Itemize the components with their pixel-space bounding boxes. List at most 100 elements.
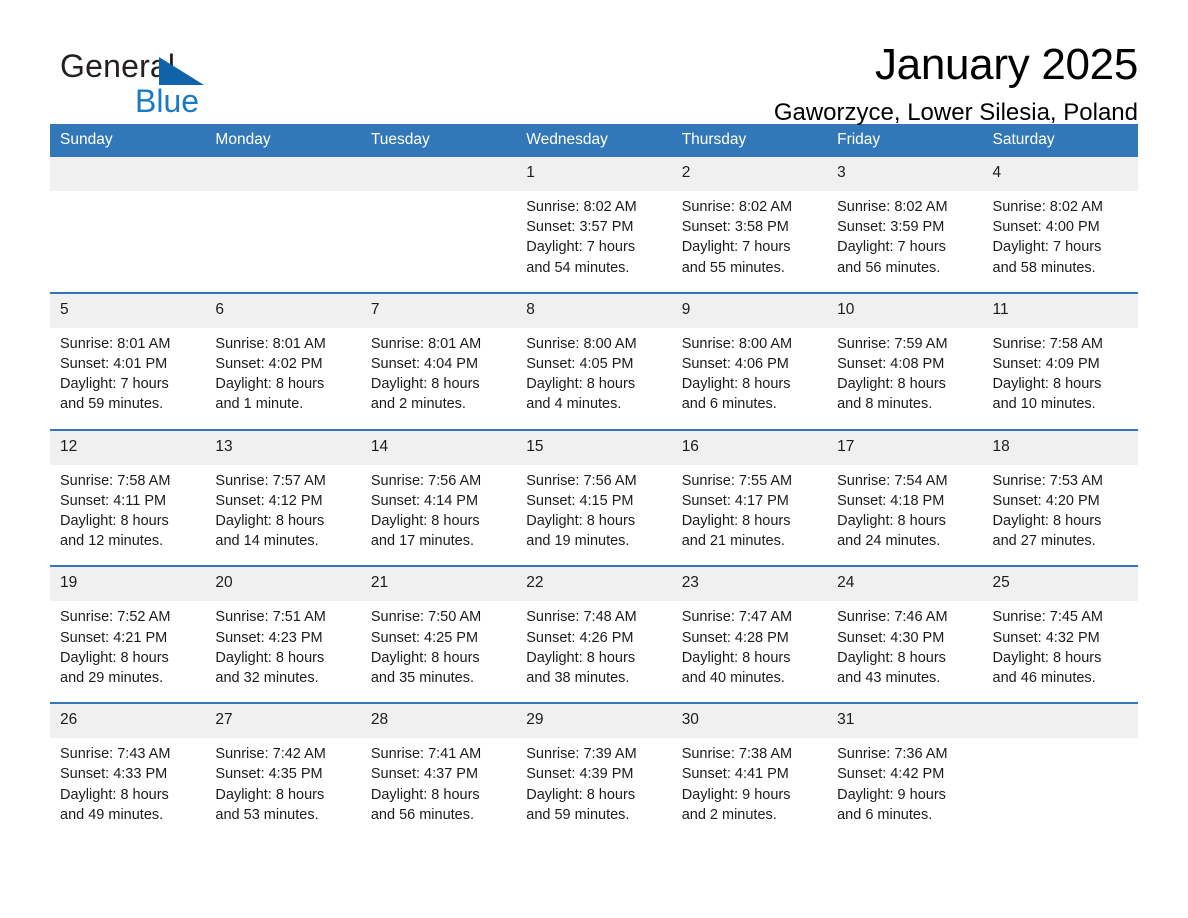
day-details: Sunrise: 8:00 AM Sunset: 4:06 PM Daylight:… <box>672 328 827 429</box>
day-cell-21[interactable]: 21 Sunrise: 7:50 AM Sunset: 4:25 PM Dayligh… <box>360 565 517 704</box>
daylight-text-line2: and 10 minutes. <box>992 396 1096 413</box>
day-cell-empty <box>50 157 206 293</box>
day-details: Sunrise: 7:58 AM Sunset: 4:09 PM Daylight:… <box>983 328 1138 429</box>
day-cell-1[interactable]: 1 Sunrise: 8:02 AM Sunset: 3:57 PM Daylight… <box>516 157 672 293</box>
day-details: Sunrise: 7:59 AM Sunset: 4:08 PM Daylight:… <box>827 328 982 429</box>
day-cell-23[interactable]: 23 Sunrise: 7:47 AM Sunset: 4:28 PM Dayligh… <box>671 565 828 704</box>
sunrise-text: Sunrise: 7:51 AM <box>215 609 326 626</box>
daylight-text-line1: Daylight: 8 hours <box>681 376 791 393</box>
sunrise-text: Sunrise: 8:00 AM <box>526 335 637 352</box>
day-cell-27[interactable]: 27 Sunrise: 7:42 AM Sunset: 4:35 PM Dayligh… <box>205 702 361 840</box>
day-number: 18 <box>982 430 1138 465</box>
sunset-text: Sunset: 4:08 PM <box>837 356 945 373</box>
day-cell-3[interactable]: 3 Sunrise: 8:02 AM Sunset: 3:59 PM Daylight… <box>827 157 983 293</box>
day-cell-25[interactable]: 25 Sunrise: 7:45 AM Sunset: 4:32 PM Dayligh… <box>982 565 1138 704</box>
daylight-text-line2: and 4 minutes. <box>526 396 622 413</box>
day-number <box>205 157 361 191</box>
day-number: 27 <box>205 704 361 739</box>
calendar-table: Sunday Monday Tuesday Wednesday Thursday Frid… <box>50 124 1138 840</box>
day-number: 6 <box>205 293 361 328</box>
sunrise-text: Sunrise: 7:36 AM <box>837 746 948 763</box>
day-cell-9[interactable]: 9 Sunrise: 8:00 AM Sunset: 4:06 PM Daylight… <box>671 291 828 430</box>
day-cell-30[interactable]: 30 Sunrise: 7:38 AM Sunset: 4:41 PM Dayligh… <box>671 702 828 840</box>
day-details: Sunrise: 7:36 AM Sunset: 4:42 PM Daylight:… <box>827 738 982 839</box>
sunrise-text: Sunrise: 8:02 AM <box>992 199 1103 215</box>
sunset-text: Sunset: 4:25 PM <box>370 629 479 646</box>
sunset-text: Sunset: 4:04 PM <box>370 356 479 373</box>
day-cell-8[interactable]: 8 Sunrise: 8:00 AM Sunset: 4:05 PM Daylight… <box>516 291 672 430</box>
sunrise-text: Sunrise: 7:58 AM <box>60 472 171 489</box>
day-number: 13 <box>205 430 361 465</box>
day-cell-13[interactable]: 13 Sunrise: 7:57 AM Sunset: 4:12 PM Dayligh… <box>205 428 361 567</box>
day-number: 5 <box>50 293 206 328</box>
sunrise-text: Sunrise: 7:39 AM <box>526 746 637 763</box>
sunrise-text: Sunrise: 8:01 AM <box>60 335 171 352</box>
weekday-header-sunday: Sunday <box>50 124 206 157</box>
day-cell-7[interactable]: 7 Sunrise: 8:01 AM Sunset: 4:04 PM Daylight… <box>360 291 517 430</box>
sunrise-text: Sunrise: 7:43 AM <box>60 746 171 763</box>
day-cell-17[interactable]: 17 Sunrise: 7:54 AM Sunset: 4:18 PM Dayligh… <box>827 428 983 567</box>
day-details: Sunrise: 7:58 AM Sunset: 4:11 PM Daylight:… <box>50 465 205 566</box>
day-cell-5[interactable]: 5 Sunrise: 8:01 AM Sunset: 4:01 PM Daylight… <box>50 291 206 430</box>
daylight-text-line2: and 2 minutes. <box>370 396 466 413</box>
daylight-text-line1: Daylight: 8 hours <box>526 786 636 803</box>
daylight-text-line2: and 59 minutes. <box>526 806 630 823</box>
daylight-text-line2: and 54 minutes. <box>526 259 630 276</box>
day-details: Sunrise: 7:39 AM Sunset: 4:39 PM Daylight:… <box>516 738 671 839</box>
daylight-text-line1: Daylight: 8 hours <box>60 786 169 803</box>
daylight-text-line1: Daylight: 9 hours <box>681 786 791 803</box>
day-details: Sunrise: 7:53 AM Sunset: 4:20 PM Daylight:… <box>983 465 1138 566</box>
day-details: Sunrise: 7:52 AM Sunset: 4:21 PM Daylight:… <box>50 601 205 702</box>
daylight-text-line1: Daylight: 7 hours <box>60 376 169 393</box>
daylight-text-line2: and 58 minutes. <box>992 259 1096 276</box>
calendar-header-row: Sunday Monday Tuesday Wednesday Thursday Frid… <box>50 124 1138 157</box>
day-cell-10[interactable]: 10 Sunrise: 7:59 AM Sunset: 4:08 PM Dayligh… <box>827 291 983 430</box>
day-cell-6[interactable]: 6 Sunrise: 8:01 AM Sunset: 4:02 PM Daylight… <box>205 291 361 430</box>
daylight-text-line2: and 59 minutes. <box>60 396 164 413</box>
daylight-text-line2: and 46 minutes. <box>992 670 1096 687</box>
day-number: 28 <box>360 704 517 739</box>
daylight-text-line1: Daylight: 8 hours <box>215 786 325 803</box>
daylight-text-line1: Daylight: 8 hours <box>681 649 791 666</box>
daylight-text-line1: Daylight: 7 hours <box>992 239 1102 256</box>
day-cell-19[interactable]: 19 Sunrise: 7:52 AM Sunset: 4:21 PM Dayligh… <box>50 565 206 704</box>
sunset-text: Sunset: 4:23 PM <box>215 629 323 646</box>
day-details <box>361 191 516 277</box>
day-details: Sunrise: 7:41 AM Sunset: 4:37 PM Daylight:… <box>361 738 516 839</box>
sunset-text: Sunset: 4:39 PM <box>526 766 634 783</box>
daylight-text-line1: Daylight: 8 hours <box>526 513 636 530</box>
sunrise-text: Sunrise: 7:58 AM <box>992 335 1103 352</box>
day-details: Sunrise: 7:45 AM Sunset: 4:32 PM Daylight:… <box>983 601 1138 702</box>
day-cell-empty <box>982 702 1138 840</box>
day-cell-26[interactable]: 26 Sunrise: 7:43 AM Sunset: 4:33 PM Dayligh… <box>50 702 206 840</box>
sunset-text: Sunset: 4:28 PM <box>681 629 789 646</box>
daylight-text-line1: Daylight: 8 hours <box>215 513 325 530</box>
day-cell-22[interactable]: 22 Sunrise: 7:48 AM Sunset: 4:26 PM Dayligh… <box>516 565 672 704</box>
daylight-text-line1: Daylight: 8 hours <box>837 649 946 666</box>
day-cell-31[interactable]: 31 Sunrise: 7:36 AM Sunset: 4:42 PM Dayligh… <box>827 702 983 840</box>
day-cell-15[interactable]: 15 Sunrise: 7:56 AM Sunset: 4:15 PM Dayligh… <box>516 428 672 567</box>
day-cell-11[interactable]: 11 Sunrise: 7:58 AM Sunset: 4:09 PM Dayligh… <box>982 291 1138 430</box>
sunset-text: Sunset: 3:58 PM <box>681 219 789 236</box>
day-number: 17 <box>827 430 983 465</box>
day-number: 7 <box>360 293 517 328</box>
day-cell-4[interactable]: 4 Sunrise: 8:02 AM Sunset: 4:00 PM Daylight… <box>982 157 1138 293</box>
day-cell-24[interactable]: 24 Sunrise: 7:46 AM Sunset: 4:30 PM Dayligh… <box>827 565 983 704</box>
day-number: 15 <box>516 430 672 465</box>
day-cell-16[interactable]: 16 Sunrise: 7:55 AM Sunset: 4:17 PM Dayligh… <box>671 428 828 567</box>
day-details: Sunrise: 8:02 AM Sunset: 3:58 PM Daylight:… <box>672 191 827 292</box>
day-cell-2[interactable]: 2 Sunrise: 8:02 AM Sunset: 3:58 PM Daylight… <box>671 157 828 293</box>
day-details: Sunrise: 8:01 AM Sunset: 4:01 PM Daylight:… <box>50 328 205 429</box>
day-cell-12[interactable]: 12 Sunrise: 7:58 AM Sunset: 4:11 PM Dayligh… <box>50 428 206 567</box>
day-cell-28[interactable]: 28 Sunrise: 7:41 AM Sunset: 4:37 PM Dayligh… <box>360 702 517 840</box>
day-cell-20[interactable]: 20 Sunrise: 7:51 AM Sunset: 4:23 PM Dayligh… <box>205 565 361 704</box>
day-number: 19 <box>50 567 206 602</box>
sunset-text: Sunset: 4:41 PM <box>681 766 789 783</box>
day-details: Sunrise: 8:02 AM Sunset: 3:59 PM Daylight:… <box>827 191 982 292</box>
day-cell-18[interactable]: 18 Sunrise: 7:53 AM Sunset: 4:20 PM Dayligh… <box>982 428 1138 567</box>
day-cell-29[interactable]: 29 Sunrise: 7:39 AM Sunset: 4:39 PM Dayligh… <box>516 702 672 840</box>
day-cell-14[interactable]: 14 Sunrise: 7:56 AM Sunset: 4:14 PM Dayligh… <box>360 428 517 567</box>
page-header: General Blue January 2025 Gaworzyce, Low… <box>50 0 1138 126</box>
daylight-text-line1: Daylight: 8 hours <box>992 513 1102 530</box>
calendar-week-row: 26 Sunrise: 7:43 AM Sunset: 4:33 PM Dayligh… <box>50 702 1138 840</box>
